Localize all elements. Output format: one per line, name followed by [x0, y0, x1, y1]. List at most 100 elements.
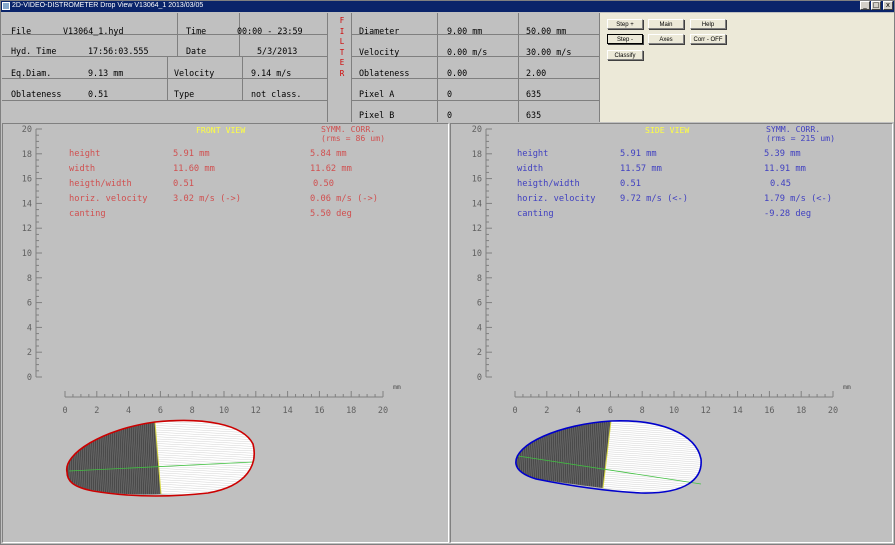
filter-letter: I: [339, 26, 345, 36]
grid-line: [351, 13, 352, 122]
filter-letter: F: [339, 16, 345, 25]
side-symm-corr-rms: (rms = 215 um): [766, 133, 836, 143]
side-view-panel: mm0246810121416182002468101214161820mm S…: [450, 123, 893, 543]
y-tick-label: 6: [477, 299, 482, 309]
classify-button[interactable]: Classify: [607, 50, 643, 60]
front-stat-label: horiz. velocity: [69, 194, 148, 204]
x-tick-label: 18: [796, 406, 806, 416]
filter-label: F I L T E R: [337, 16, 347, 80]
hatch-line: [59, 414, 63, 504]
help-button[interactable]: Help: [690, 19, 726, 29]
window-title: 2D-VIDEO-DISTROMETER Drop View V13064_1 …: [12, 2, 204, 9]
hatch-line: [153, 500, 263, 506]
hatch-line: [510, 414, 514, 496]
x-axis-unit: mm: [843, 383, 851, 391]
type-value: not class.: [251, 89, 302, 99]
velocity-value: 9.14 m/s: [251, 68, 292, 78]
app-icon: [2, 2, 10, 10]
eq-diam-value: 9.13 mm: [88, 68, 124, 78]
filter-oblateness-label: Oblateness: [359, 68, 410, 78]
side-stat-corr: 1.79 m/s (<-): [764, 194, 832, 204]
filter-pixel-a-label: Pixel A: [359, 89, 395, 99]
hatch-line: [153, 497, 263, 503]
front-stat-corr: 5.50 deg: [310, 209, 352, 219]
y-tick-label: 6: [27, 299, 32, 309]
filter-oblateness-min: 0.00: [447, 68, 468, 78]
side-stat-label: height: [517, 149, 549, 159]
hatch-line: [502, 414, 506, 496]
axes-button[interactable]: Axes: [648, 34, 684, 44]
side-stat-corr: -9.28 deg: [764, 209, 812, 219]
y-tick-label: 14: [472, 199, 482, 209]
grid-line: [437, 13, 438, 122]
filter-letter: R: [339, 68, 345, 78]
maximize-button[interactable]: □: [871, 1, 881, 10]
date-value: 5/3/2013: [257, 46, 298, 56]
step-plus-button[interactable]: Step +: [607, 19, 643, 29]
y-tick-label: 2: [27, 348, 32, 358]
y-tick-label: 12: [22, 224, 32, 234]
main-button[interactable]: Main: [648, 19, 684, 29]
x-tick-label: 0: [62, 406, 67, 416]
front-stat-label: width: [69, 164, 96, 174]
x-tick-label: 8: [190, 406, 195, 416]
hatch-line: [57, 414, 61, 504]
x-tick-label: 12: [251, 406, 261, 416]
grid-line: [2, 56, 327, 57]
hyd-time-value: 17:56:03.555: [88, 46, 149, 56]
y-tick-label: 8: [477, 274, 482, 284]
step-minus-button[interactable]: Step -: [607, 34, 643, 44]
grid-line: [2, 78, 327, 79]
front-stat-value: 5.91 mm: [173, 149, 210, 159]
close-button[interactable]: x: [883, 1, 893, 10]
time-label: Time: [186, 26, 207, 36]
hatch-line: [504, 414, 508, 496]
side-stat-label: heigth/width: [517, 179, 580, 189]
grid-line: [351, 100, 599, 101]
drop-info-panel: File V13064_1.hyd Time 00:00 - 23:59 Hyd…: [2, 13, 599, 122]
x-axis-unit: mm: [393, 383, 401, 391]
hatch-line: [55, 414, 59, 504]
side-stat-value: 0.51: [620, 179, 641, 189]
y-tick-label: 16: [472, 175, 482, 185]
hatch-line: [153, 502, 263, 508]
eq-diam-label: Eq.Diam.: [11, 68, 52, 78]
title-bar: 2D-VIDEO-DISTROMETER Drop View V13064_1 …: [0, 0, 895, 12]
y-tick-label: 14: [22, 199, 32, 209]
minimize-button[interactable]: _: [860, 1, 870, 10]
y-tick-label: 16: [22, 175, 32, 185]
front-stat-corr: 0.50: [313, 179, 334, 189]
filter-oblateness-max: 2.00: [526, 68, 547, 78]
side-stat-corr: 0.45: [770, 179, 791, 189]
filter-pixel-b-min: 0: [447, 110, 453, 120]
grid-line: [177, 13, 178, 56]
x-tick-label: 2: [544, 406, 549, 416]
x-tick-label: 2: [94, 406, 99, 416]
corr-off-button[interactable]: Corr - OFF: [690, 34, 726, 44]
x-tick-label: 8: [640, 406, 645, 416]
y-tick-label: 10: [22, 249, 32, 259]
filter-velocity-max: 30.00 m/s: [526, 47, 572, 57]
front-stat-corr: 5.84 mm: [310, 149, 347, 159]
x-tick-label: 20: [378, 406, 388, 416]
oblateness-label: Oblateness: [11, 89, 62, 99]
type-label: Type: [174, 89, 195, 99]
y-tick-label: 20: [22, 125, 32, 135]
front-symm-corr-rms: (rms = 86 um): [321, 133, 386, 143]
side-stat-value: 9.72 m/s (<-): [620, 194, 688, 204]
front-stat-value: 0.51: [173, 179, 194, 189]
filter-pixel-a-max: 635: [526, 89, 542, 99]
filter-velocity-min: 0.00 m/s: [447, 47, 488, 57]
file-label: File: [11, 26, 32, 36]
y-tick-label: 8: [27, 274, 32, 284]
hatch-line: [66, 422, 69, 495]
front-stat-value: 3.02 m/s (->): [173, 194, 241, 204]
filter-letter: T: [339, 47, 345, 57]
x-tick-label: 6: [608, 406, 613, 416]
x-tick-label: 10: [669, 406, 679, 416]
y-tick-label: 20: [472, 125, 482, 135]
filter-pixel-b-max: 635: [526, 110, 542, 120]
side-stat-corr: 5.39 mm: [764, 149, 801, 159]
filter-diameter-label: Diameter: [359, 26, 400, 36]
front-view-panel: mm0246810121416182002468101214161820mm F…: [2, 123, 449, 543]
